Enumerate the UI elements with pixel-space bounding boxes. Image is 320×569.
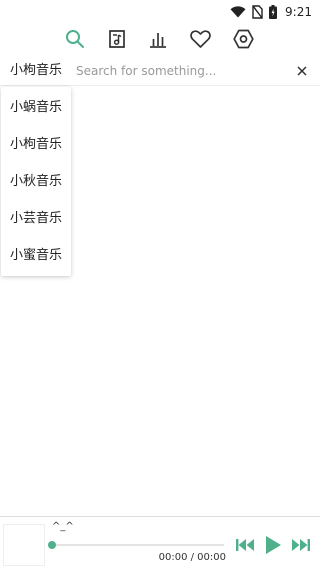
top-nav [0, 24, 320, 54]
player-bar: ^_^ 00:00 / 00:00 [0, 516, 320, 569]
battery-icon [269, 5, 278, 19]
progress-thumb[interactable] [48, 541, 56, 549]
progress-track[interactable] [52, 544, 224, 546]
search-icon [66, 30, 84, 48]
time-readout: 00:00 / 00:00 [158, 552, 226, 563]
dropdown-option[interactable]: 小枸音乐 [1, 126, 71, 163]
music-file-icon [109, 30, 125, 48]
next-button[interactable] [290, 534, 312, 556]
search-input[interactable] [72, 60, 290, 81]
app-screen: 9:21 小枸音乐 Search for something... 小蜗音乐 小… [0, 0, 320, 569]
tab-settings[interactable] [231, 27, 255, 51]
bar-chart-icon [150, 33, 166, 48]
dropdown-option[interactable]: 小蜜音乐 [1, 237, 71, 274]
dropdown-option[interactable]: 小蜗音乐 [1, 89, 71, 126]
tab-search[interactable] [63, 27, 87, 51]
next-icon [292, 539, 310, 551]
close-icon [297, 66, 307, 76]
settings-icon [232, 29, 254, 49]
tab-favorites[interactable] [188, 27, 212, 51]
dropdown-option[interactable]: 小芸音乐 [1, 200, 71, 237]
status-bar: 9:21 [0, 0, 320, 24]
tab-local-music[interactable] [105, 27, 129, 51]
play-icon [266, 536, 281, 554]
status-time: 9:21 [285, 5, 312, 19]
previous-icon [236, 539, 254, 551]
clear-search-button[interactable] [292, 61, 312, 81]
tab-charts[interactable] [146, 27, 170, 51]
album-art[interactable] [3, 524, 45, 566]
no-sim-icon [252, 5, 263, 19]
play-button[interactable] [262, 534, 284, 556]
dropdown-option[interactable]: 小秋音乐 [1, 163, 71, 200]
music-source-select[interactable]: 小枸音乐 [10, 56, 62, 85]
music-source-dropdown: 小蜗音乐 小枸音乐 小秋音乐 小芸音乐 小蜜音乐 [1, 87, 71, 276]
track-title: ^_^ [52, 521, 74, 532]
heart-icon [189, 30, 211, 48]
search-bar: 小枸音乐 [0, 56, 320, 86]
wifi-icon [230, 6, 246, 18]
previous-button[interactable] [234, 534, 256, 556]
